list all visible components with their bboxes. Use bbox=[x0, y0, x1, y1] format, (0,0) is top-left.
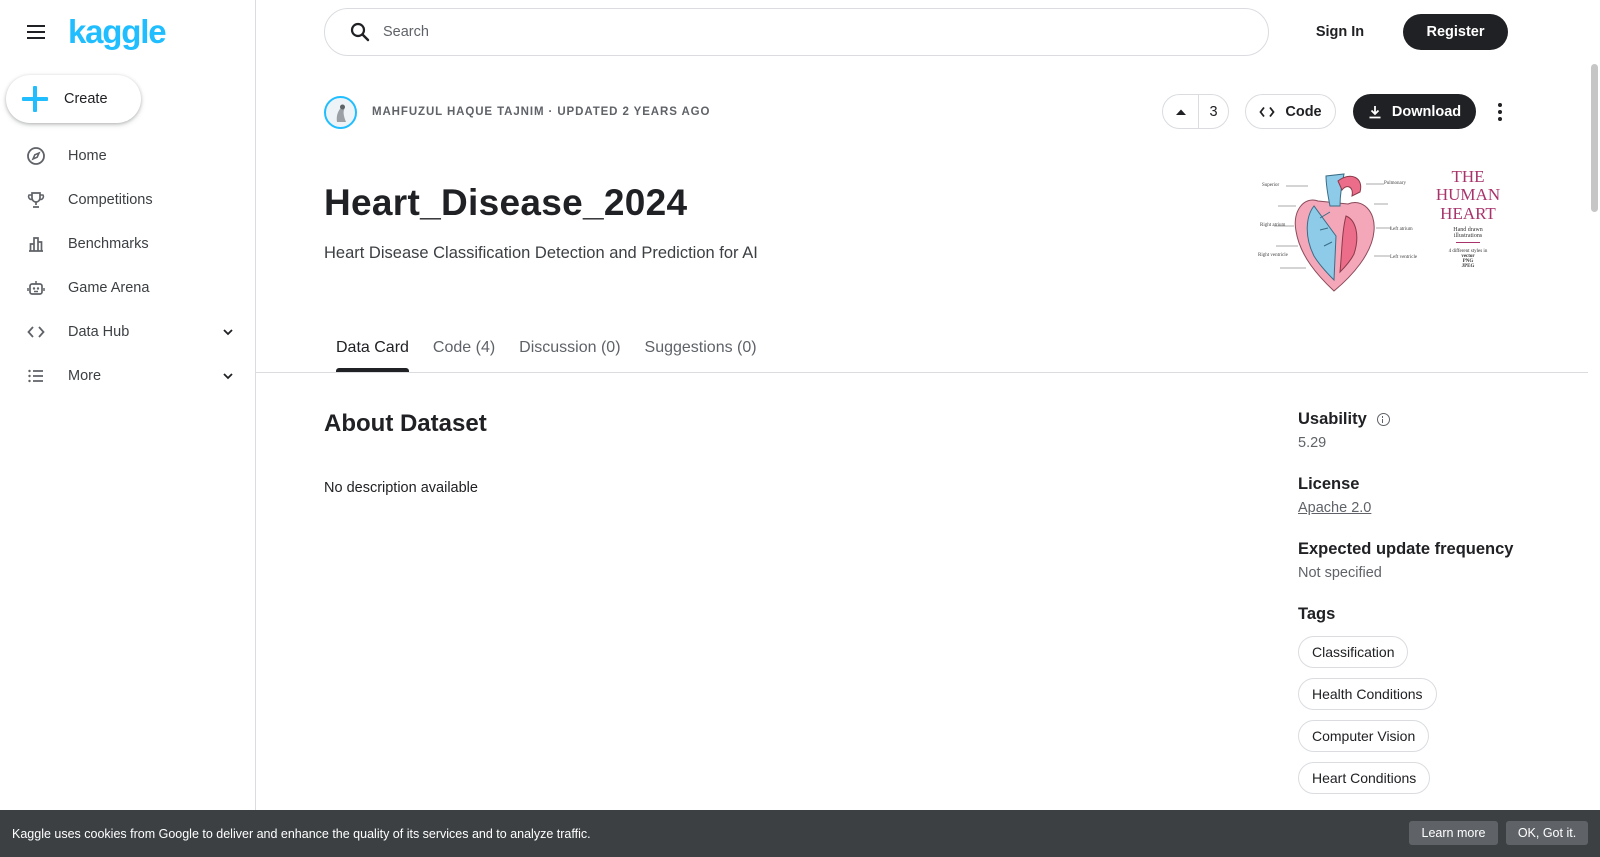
cover-underline bbox=[1456, 242, 1480, 243]
dataset-meta-panel: Usability 5.29 License Apache 2.0 Expect… bbox=[1298, 410, 1588, 804]
more-options-icon[interactable] bbox=[1490, 98, 1510, 126]
cookie-text: Kaggle uses cookies from Google to deliv… bbox=[12, 826, 591, 841]
svg-text:Left atrium: Left atrium bbox=[1390, 227, 1413, 232]
register-button[interactable]: Register bbox=[1403, 14, 1508, 50]
download-label: Download bbox=[1391, 103, 1462, 120]
chevron-down-icon[interactable] bbox=[220, 324, 236, 340]
sidebar-item-label: More bbox=[68, 368, 102, 384]
page-title: Heart_Disease_2024 bbox=[324, 182, 688, 223]
kaggle-logo[interactable]: kaggle bbox=[68, 14, 167, 50]
sidebar-item-home[interactable]: Home bbox=[0, 134, 256, 178]
tags-heading: Tags bbox=[1298, 605, 1336, 623]
license-value: Apache 2.0 bbox=[1298, 500, 1588, 516]
info-icon[interactable] bbox=[1376, 413, 1390, 426]
page-subtitle: Heart Disease Classification Detection a… bbox=[324, 244, 758, 262]
tabs-divider bbox=[256, 372, 1588, 373]
cover-text-line5: illustrations bbox=[1453, 233, 1483, 239]
vote-count: 3 bbox=[1209, 103, 1218, 120]
dataset-description: No description available bbox=[324, 480, 478, 496]
svg-text:Right ventricle: Right ventricle bbox=[1258, 253, 1289, 258]
cookie-banner: Kaggle uses cookies from Google to deliv… bbox=[0, 810, 1600, 857]
sidebar-header: kaggle bbox=[24, 14, 167, 50]
vote-widget: 3 bbox=[1162, 94, 1229, 129]
svg-text:Pulmonary: Pulmonary bbox=[1384, 181, 1406, 186]
robot-icon bbox=[26, 278, 46, 298]
tab-discussion[interactable]: Discussion (0) bbox=[519, 326, 620, 372]
license-link[interactable]: Apache 2.0 bbox=[1298, 500, 1371, 516]
sidebar-item-game-arena[interactable]: Game Arena bbox=[0, 266, 256, 310]
bar-chart-icon bbox=[26, 234, 46, 254]
license-heading: License bbox=[1298, 475, 1360, 493]
sidebar-item-more[interactable]: More bbox=[0, 354, 256, 398]
create-button[interactable]: Create bbox=[6, 75, 141, 123]
sidebar-item-label: Competitions bbox=[68, 192, 153, 208]
sidebar-item-competitions[interactable]: Competitions bbox=[0, 178, 256, 222]
tab-code[interactable]: Code (4) bbox=[433, 326, 495, 372]
update-frequency-heading: Expected update frequency bbox=[1298, 540, 1514, 558]
list-icon bbox=[26, 366, 46, 386]
menu-icon[interactable] bbox=[24, 20, 48, 44]
tag-health-conditions[interactable]: Health Conditions bbox=[1298, 678, 1437, 710]
cover-text-line1: THE bbox=[1451, 167, 1485, 186]
about-dataset-heading: About Dataset bbox=[324, 410, 487, 437]
sidebar: kaggle Create Home Competitions Benchmar… bbox=[0, 0, 256, 857]
sidebar-item-benchmarks[interactable]: Benchmarks bbox=[0, 222, 256, 266]
code-button[interactable]: Code bbox=[1245, 94, 1336, 129]
upvote-button[interactable] bbox=[1163, 95, 1199, 128]
svg-text:Left ventricle: Left ventricle bbox=[1390, 255, 1418, 260]
learn-more-button[interactable]: Learn more bbox=[1409, 821, 1498, 845]
code-icon bbox=[1259, 106, 1276, 117]
usability-heading: Usability bbox=[1298, 410, 1588, 429]
compass-icon bbox=[26, 146, 46, 166]
avatar[interactable] bbox=[324, 96, 357, 129]
code-icon bbox=[26, 322, 46, 342]
plus-icon bbox=[22, 86, 48, 112]
search-icon bbox=[350, 22, 370, 42]
sidebar-nav: Home Competitions Benchmarks Game Arena … bbox=[0, 134, 256, 398]
sidebar-item-data-hub[interactable]: Data Hub bbox=[0, 310, 256, 354]
dataset-byline: MAHFUZUL HAQUE TAJNIM · UPDATED 2 YEARS … bbox=[372, 106, 711, 118]
scrollbar-thumb[interactable] bbox=[1591, 64, 1598, 212]
dataset-cover-image: Superior Right atrium Right ventricle Pu… bbox=[1256, 156, 1510, 301]
download-button[interactable]: Download bbox=[1353, 94, 1476, 129]
tag-classification[interactable]: Classification bbox=[1298, 636, 1409, 668]
tag-computer-vision[interactable]: Computer Vision bbox=[1298, 720, 1430, 752]
code-label: Code bbox=[1285, 103, 1322, 120]
cover-text-line9: JPEG bbox=[1461, 264, 1475, 269]
create-label: Create bbox=[64, 91, 108, 107]
ok-got-it-button[interactable]: OK, Got it. bbox=[1506, 821, 1588, 845]
scrollbar[interactable] bbox=[1588, 0, 1600, 857]
search-bar[interactable] bbox=[324, 8, 1269, 56]
sidebar-item-label: Game Arena bbox=[68, 280, 150, 296]
trophy-icon bbox=[26, 190, 46, 210]
tag-heart-conditions[interactable]: Heart Conditions bbox=[1298, 762, 1431, 794]
usability-label: Usability bbox=[1298, 410, 1367, 428]
cover-text-line2: HUMAN bbox=[1435, 185, 1501, 204]
sign-in-button[interactable]: Sign In bbox=[1300, 14, 1380, 50]
download-icon bbox=[1369, 105, 1381, 118]
sidebar-item-label: Home bbox=[68, 148, 107, 164]
caret-up-icon bbox=[1175, 109, 1186, 115]
update-frequency-value: Not specified bbox=[1298, 565, 1382, 581]
cover-caption: THE HUMAN HEART Hand drawn illustrations… bbox=[1426, 168, 1510, 269]
tab-suggestions[interactable]: Suggestions (0) bbox=[645, 326, 757, 372]
tag-list: Classification Health Conditions Compute… bbox=[1298, 636, 1588, 804]
sidebar-item-label: Data Hub bbox=[68, 324, 130, 340]
tab-data-card[interactable]: Data Card bbox=[336, 326, 409, 372]
chevron-down-icon[interactable] bbox=[220, 368, 236, 384]
sidebar-item-label: Benchmarks bbox=[68, 236, 149, 252]
svg-text:Superior: Superior bbox=[1262, 183, 1280, 188]
svg-text:Right atrium: Right atrium bbox=[1260, 223, 1286, 228]
tab-bar: Data Card Code (4) Discussion (0) Sugges… bbox=[336, 326, 781, 372]
cover-text-line3: HEART bbox=[1440, 204, 1496, 223]
usability-value: 5.29 bbox=[1298, 435, 1327, 451]
search-input[interactable] bbox=[383, 24, 1203, 40]
